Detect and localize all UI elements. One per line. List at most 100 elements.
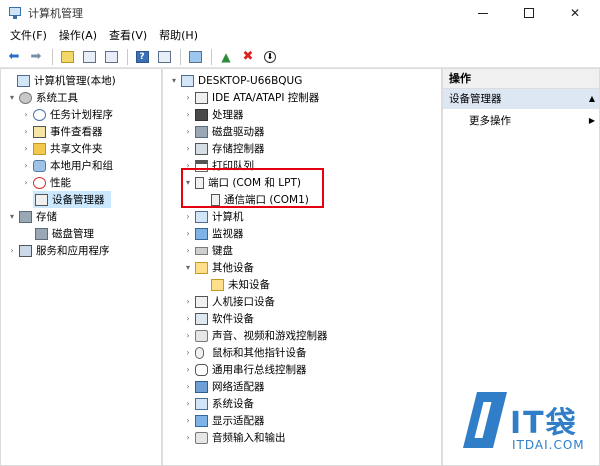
chevron-right-icon[interactable]: ›	[7, 246, 17, 255]
device-label: 未知设备	[228, 279, 270, 291]
menu-help[interactable]: 帮助(H)	[153, 26, 204, 46]
menu-view[interactable]: 查看(V)	[103, 26, 153, 46]
back-button[interactable]: ⬅	[4, 48, 24, 66]
more-actions-item[interactable]: 更多操作 ▶	[443, 111, 599, 131]
up-folder-button[interactable]	[57, 48, 77, 66]
device-category-label: 通用串行总线控制器	[212, 364, 307, 376]
chevron-right-icon[interactable]: ›	[183, 144, 193, 153]
chevron-right-icon[interactable]: ›	[183, 348, 193, 357]
chevron-right-icon[interactable]: ›	[183, 433, 193, 442]
chevron-right-icon[interactable]: ›	[21, 127, 31, 136]
uninstall-button[interactable]: ✖	[238, 48, 258, 66]
chevron-right-icon[interactable]: ›	[183, 246, 193, 255]
device-category-mice[interactable]: › 鼠标和其他指针设备	[183, 344, 307, 361]
chevron-right-icon[interactable]: ›	[183, 127, 193, 136]
tree-item-storage[interactable]: ▾ 存储	[7, 208, 57, 225]
device-category-display[interactable]: › 显示适配器	[183, 412, 265, 429]
close-button[interactable]: ✕	[552, 0, 598, 26]
scan-hardware-button[interactable]	[185, 48, 205, 66]
chevron-down-icon[interactable]: ▾	[169, 76, 179, 85]
watermark-logo: IT袋 ITDAI.COM	[463, 392, 598, 462]
chevron-down-icon[interactable]: ▾	[7, 93, 17, 102]
chevron-right-icon[interactable]: ›	[183, 93, 193, 102]
device-category-hid[interactable]: › 人机接口设备	[183, 293, 275, 310]
tree-item-local-users[interactable]: › 本地用户和组	[21, 157, 113, 174]
device-category-label: 系统设备	[212, 398, 254, 410]
chevron-right-icon[interactable]: ›	[183, 382, 193, 391]
tree-item-shared-folders[interactable]: › 共享文件夹	[21, 140, 103, 157]
minimize-button[interactable]	[460, 0, 506, 26]
disk-icon	[35, 227, 48, 240]
chevron-down-icon[interactable]: ▾	[7, 212, 17, 221]
add-driver-button[interactable]: ▲	[216, 48, 236, 66]
ide-icon	[195, 91, 208, 104]
device-category-processor[interactable]: › 处理器	[183, 106, 244, 123]
more-actions-label: 更多操作	[469, 115, 511, 127]
chevron-right-icon[interactable]: ›	[183, 399, 193, 408]
actions-header: 操作	[443, 69, 599, 89]
device-category-ide[interactable]: › IDE ATA/ATAPI 控制器	[183, 89, 319, 106]
device-category-label: 人机接口设备	[212, 296, 275, 308]
device-category-label: 磁盘驱动器	[212, 126, 265, 138]
chevron-right-icon[interactable]: ›	[183, 416, 193, 425]
device-category-network[interactable]: › 网络适配器	[183, 378, 265, 395]
device-category-label: 键盘	[212, 245, 233, 257]
tree-item-disk-management[interactable]: 磁盘管理	[33, 225, 94, 242]
chevron-right-icon[interactable]: ›	[183, 110, 193, 119]
console-tree-pane[interactable]: 计算机管理(本地) ▾ 系统工具 › 任务计划程序 › 事件查看器 › 共享文件…	[0, 68, 162, 466]
chevron-right-icon[interactable]: ›	[183, 331, 193, 340]
device-category-other-devices[interactable]: ▾ 其他设备	[183, 259, 254, 276]
tree-item-computer-management[interactable]: 计算机管理(本地)	[5, 72, 116, 89]
actions-section-device-manager[interactable]: 设备管理器 ▲	[443, 89, 599, 109]
tree-item-system-tools[interactable]: ▾ 系统工具	[7, 89, 78, 106]
forward-button[interactable]: ➡	[26, 48, 46, 66]
close-icon: ✕	[569, 6, 581, 20]
help-button[interactable]: ?	[132, 48, 152, 66]
tree-item-event-viewer[interactable]: › 事件查看器	[21, 123, 103, 140]
tree-item-task-scheduler[interactable]: › 任务计划程序	[21, 106, 113, 123]
chevron-right-icon[interactable]: ›	[21, 144, 31, 153]
processor-icon	[195, 108, 208, 121]
chevron-right-icon[interactable]: ›	[21, 178, 31, 187]
device-category-audio-io[interactable]: › 音频输入和输出	[183, 429, 286, 446]
device-unknown[interactable]: 未知设备	[211, 276, 270, 293]
device-category-computer[interactable]: › 计算机	[183, 208, 244, 225]
window-title: 计算机管理	[28, 7, 83, 20]
watermark-domain: ITDAI.COM	[512, 438, 585, 452]
device-category-sound[interactable]: › 声音、视频和游戏控制器	[183, 327, 328, 344]
device-category-usb[interactable]: › 通用串行总线控制器	[183, 361, 307, 378]
device-category-disk-drives[interactable]: › 磁盘驱动器	[183, 123, 265, 140]
chevron-right-icon[interactable]: ›	[183, 297, 193, 306]
menu-action[interactable]: 操作(A)	[53, 26, 103, 46]
chevron-down-icon[interactable]: ▾	[183, 263, 193, 272]
device-category-system[interactable]: › 系统设备	[183, 395, 254, 412]
chevron-right-icon[interactable]: ›	[183, 212, 193, 221]
device-tree-pane[interactable]: ▾ DESKTOP-U66BQUG › IDE ATA/ATAPI 控制器 › …	[162, 68, 442, 466]
device-category-software-devices[interactable]: › 软件设备	[183, 310, 254, 327]
performance-icon	[33, 176, 46, 189]
chevron-right-icon[interactable]: ›	[183, 229, 193, 238]
device-category-keyboards[interactable]: › 键盘	[183, 242, 233, 259]
tree-item-services-apps[interactable]: › 服务和应用程序	[7, 242, 110, 259]
chevron-right-icon[interactable]: ›	[183, 314, 193, 323]
chevron-right-icon[interactable]: ›	[21, 161, 31, 170]
tree-item-device-manager[interactable]: 设备管理器	[33, 191, 111, 208]
chevron-right-icon[interactable]: ›	[183, 365, 193, 374]
device-tree-root[interactable]: ▾ DESKTOP-U66BQUG	[169, 72, 302, 89]
menu-file[interactable]: 文件(F)	[4, 26, 53, 46]
clock-icon	[33, 108, 46, 121]
folder-up-icon	[60, 50, 74, 63]
mouse-icon	[195, 346, 204, 359]
back-arrow-icon: ⬅	[8, 49, 20, 64]
show-hide-tree-button[interactable]	[79, 48, 99, 66]
maximize-button[interactable]	[506, 0, 552, 26]
tree-item-performance[interactable]: › 性能	[21, 174, 71, 191]
chevron-right-icon[interactable]: ›	[21, 110, 31, 119]
maximize-icon	[524, 8, 534, 18]
device-category-monitors[interactable]: › 监视器	[183, 225, 244, 242]
properties-button[interactable]	[101, 48, 121, 66]
collapse-up-icon[interactable]: ▲	[589, 89, 595, 109]
action-pane-button[interactable]	[154, 48, 174, 66]
device-category-storage-controllers[interactable]: › 存储控制器	[183, 140, 265, 157]
update-driver-button[interactable]: ⬇	[260, 48, 280, 66]
